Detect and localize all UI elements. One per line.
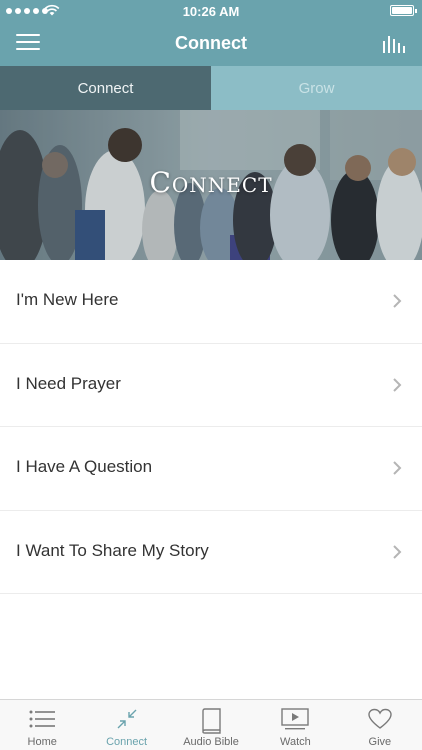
chevron-right-icon [393,544,402,559]
tab-label: Watch [280,736,311,748]
list-item-share-story[interactable]: I Want To Share My Story [0,511,422,594]
tab-label: Connect [106,736,148,748]
battery-icon [390,5,417,16]
chevron-right-icon [393,377,402,392]
tab-label: Give [368,736,392,748]
hero-title: Connect [149,166,273,199]
tab-grow[interactable]: Grow [211,66,422,110]
list-item-label: I Need Prayer [16,373,121,393]
heart-icon [368,708,392,729]
hero-banner: Connect [0,110,422,260]
tab-bar: Home Connect Audio Bible Watch Give [0,699,422,750]
list-item-new-here[interactable]: I'm New Here [0,260,422,344]
status-time: 10:26 AM [182,4,240,19]
list-item-need-prayer[interactable]: I Need Prayer [0,344,422,427]
tab-connect-bottom[interactable]: Connect [84,700,168,750]
menu-button[interactable] [16,34,40,52]
tab-label: Audio Bible [183,736,239,748]
collapse-arrows-icon [117,709,137,729]
tab-audio-bible[interactable]: Audio Bible [169,700,253,750]
tab-watch[interactable]: Watch [253,700,337,750]
tab-label: Home [27,736,57,748]
stats-bars-icon[interactable] [382,33,406,53]
list-item-label: I Want To Share My Story [16,540,209,560]
page-title: Connect [175,33,247,53]
video-play-icon [281,708,310,730]
status-bar: 10:26 AM [0,0,422,22]
nav-bar: Connect [0,22,422,66]
list-item-label: I Have A Question [16,457,153,476]
list-item-have-question[interactable]: I Have A Question [0,427,422,511]
tab-give[interactable]: Give [338,700,422,750]
list-icon [29,710,56,728]
connect-list: I'm New Here I Need Prayer I Have A Ques… [0,260,422,594]
tab-home[interactable]: Home [0,700,84,750]
chevron-right-icon [393,294,402,308]
book-icon [202,708,221,734]
tab-connect[interactable]: Connect [0,66,211,110]
top-bar: 10:26 AM Connect [0,0,422,66]
list-item-label: I'm New Here [16,290,119,309]
chevron-right-icon [393,461,402,475]
segmented-control: Connect Grow [0,66,422,110]
